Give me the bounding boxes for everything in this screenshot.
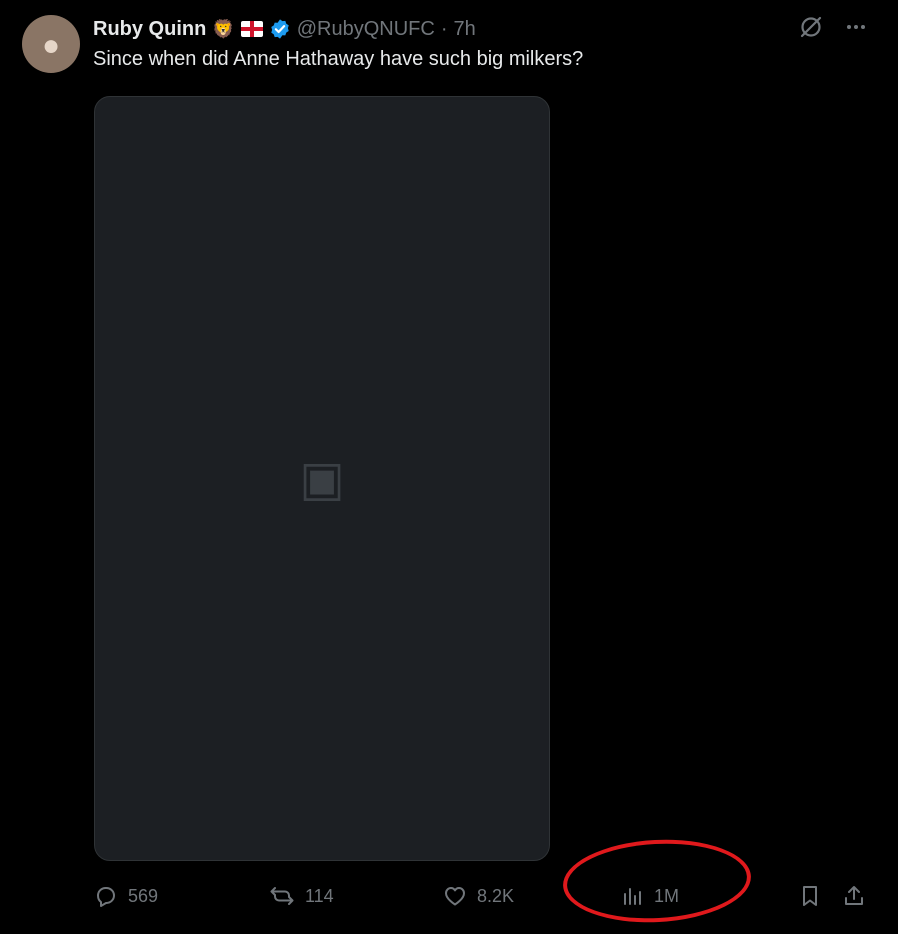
heart-icon: [445, 887, 465, 906]
avatar[interactable]: ●: [22, 15, 80, 73]
user-handle[interactable]: @RubyQNUFC: [297, 18, 435, 41]
tweet: ● Ruby Quinn 🦁 @RubyQNUFC · 7h Since whe…: [0, 0, 898, 934]
reply-count: 569: [128, 885, 159, 906]
bookmark-button[interactable]: [798, 878, 822, 914]
action-bar: 569 114 8.2K 1M: [0, 878, 898, 914]
image-placeholder-icon: ▣: [299, 452, 345, 506]
share-button[interactable]: [842, 878, 866, 914]
reply-button[interactable]: 569: [94, 878, 158, 914]
views-button[interactable]: 1M: [622, 878, 679, 914]
like-button[interactable]: 8.2K: [443, 878, 514, 914]
share-icon: [845, 886, 863, 905]
like-count: 8.2K: [477, 885, 515, 906]
repost-icon: [270, 887, 294, 905]
views-count: 1M: [654, 885, 680, 906]
grok-icon[interactable]: [798, 14, 824, 40]
post-text: Since when did Anne Hathaway have such b…: [93, 48, 584, 70]
separator-dot: ·: [440, 17, 448, 40]
post-media[interactable]: ▣: [94, 96, 550, 861]
england-flag-icon: [240, 21, 263, 37]
timestamp[interactable]: 7h: [454, 18, 476, 41]
bookmark-icon: [803, 886, 817, 906]
more-options-icon[interactable]: [844, 15, 868, 39]
display-name[interactable]: Ruby Quinn: [93, 18, 206, 41]
verified-badge-icon[interactable]: [269, 18, 291, 40]
analytics-bars-icon: [624, 888, 641, 905]
repost-count: 114: [305, 885, 334, 906]
tweet-header: Ruby Quinn 🦁 @RubyQNUFC · 7h: [93, 15, 476, 43]
lion-emoji-icon: 🦁: [212, 19, 235, 39]
tweet-top-controls: [798, 14, 868, 40]
avatar-user-icon: ●: [41, 29, 61, 63]
reply-icon: [97, 887, 115, 907]
repost-button[interactable]: 114: [269, 878, 334, 914]
